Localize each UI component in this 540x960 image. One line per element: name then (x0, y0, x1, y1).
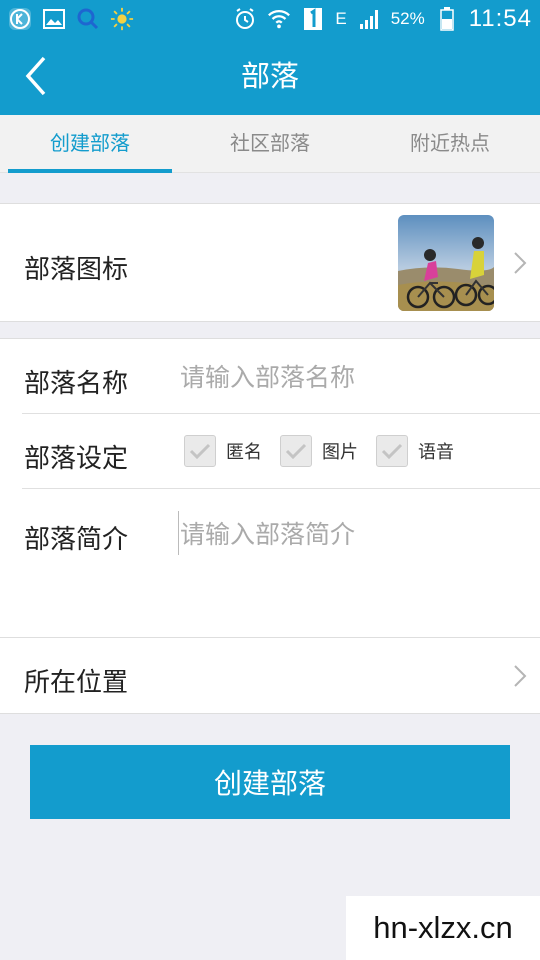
checkmark-icon (285, 443, 307, 460)
app-header: 部落 (0, 38, 540, 115)
divider (22, 413, 540, 414)
tribe-intro-label: 部落简介 (24, 525, 129, 555)
create-tribe-button[interactable]: 创建部落 (30, 745, 510, 819)
tab-nearby-hotspots[interactable]: 附近热点 (360, 115, 540, 173)
signal-icon (357, 7, 381, 31)
tribe-icon-image[interactable] (398, 215, 494, 311)
anonymous-checkbox[interactable] (184, 435, 216, 467)
anonymous-option[interactable]: 匿名 (184, 435, 262, 467)
text-cursor (178, 511, 179, 555)
watermark-text: hn-xlzx.cn (346, 896, 540, 960)
gallery-icon (42, 7, 66, 31)
tab-create-tribe[interactable]: 创建部落 (0, 115, 180, 173)
weather-sun-icon (110, 7, 134, 31)
tab-community-tribe[interactable]: 社区部落 (180, 115, 360, 173)
voice-label: 语音 (418, 442, 454, 463)
search-icon (76, 7, 100, 31)
tribe-intro-input[interactable] (180, 515, 510, 615)
battery-icon (435, 7, 459, 31)
page-title: 部落 (240, 59, 299, 93)
status-bar-left (8, 7, 134, 31)
location-row[interactable]: 所在位置 (0, 638, 540, 714)
wifi-icon (267, 7, 291, 31)
tribe-icon-row[interactable]: 部落图标 (0, 203, 540, 322)
image-label: 图片 (322, 442, 358, 463)
status-bar: E 52% 11:54 (0, 0, 540, 38)
tab-bar: 创建部落 社区部落 附近热点 (0, 115, 540, 173)
voice-checkbox[interactable] (376, 435, 408, 467)
status-bar-right: E 52% 11:54 (233, 5, 532, 33)
location-label: 所在位置 (24, 668, 129, 698)
tribe-form: 部落名称 部落设定 匿名 图片 语音 部落简介 (0, 338, 540, 638)
clock-time: 11:54 (468, 5, 532, 32)
chevron-right-icon (512, 663, 528, 689)
checkmark-icon (381, 443, 403, 460)
chevron-right-icon (512, 250, 528, 276)
tribe-icon-label: 部落图标 (24, 255, 129, 285)
battery-percent: 52% (390, 9, 425, 28)
tribe-name-label: 部落名称 (24, 369, 129, 399)
image-option[interactable]: 图片 (280, 435, 358, 467)
divider (22, 488, 540, 489)
tribe-name-input[interactable] (180, 357, 510, 397)
alarm-icon (233, 7, 257, 31)
network-type: E (335, 9, 347, 28)
sim-1-icon (301, 7, 325, 31)
anonymous-label: 匿名 (226, 442, 262, 463)
tribe-settings-options: 匿名 图片 语音 (184, 435, 454, 467)
checkmark-icon (189, 443, 211, 460)
k-app-icon (8, 7, 32, 31)
tribe-settings-label: 部落设定 (24, 444, 129, 474)
image-checkbox[interactable] (280, 435, 312, 467)
voice-option[interactable]: 语音 (376, 435, 454, 467)
